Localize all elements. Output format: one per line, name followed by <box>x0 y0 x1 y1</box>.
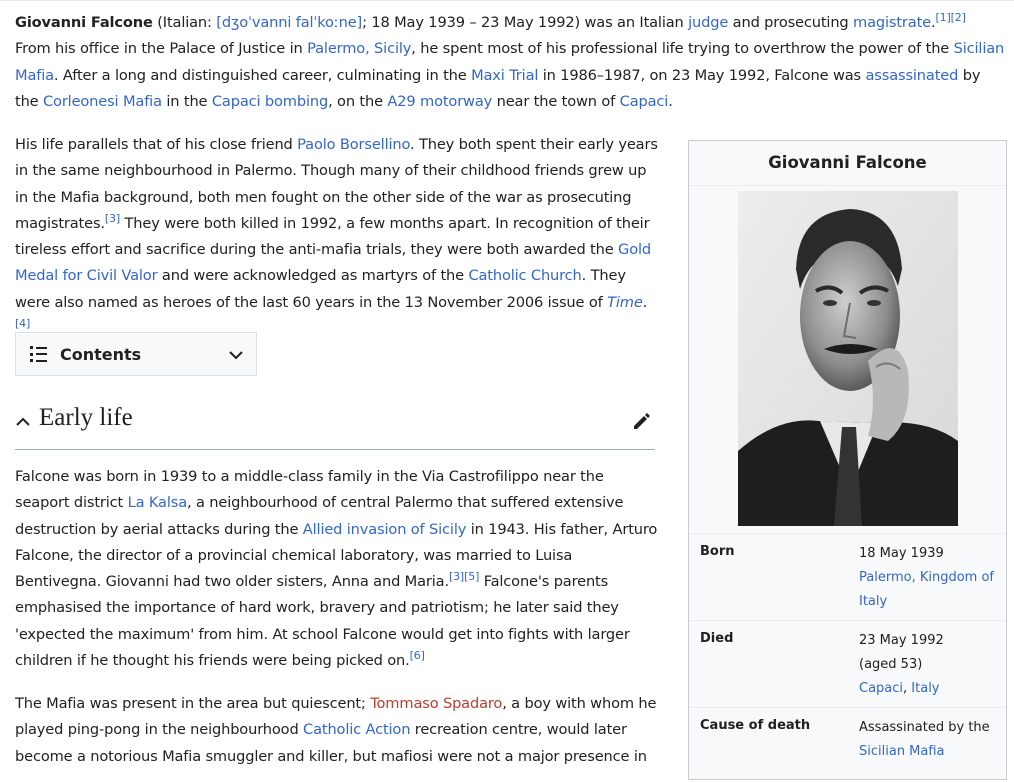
born-place-link[interactable]: Palermo, Kingdom of Italy <box>859 570 994 609</box>
died-label: Died <box>700 631 734 646</box>
corleonesi-link[interactable]: Corleonesi Mafia <box>43 93 162 110</box>
time-link[interactable]: Time <box>607 294 643 311</box>
infobox-row-cause: Cause of death Assassinated by the Sicil… <box>689 707 1006 782</box>
catholic-church-link[interactable]: Catholic Church <box>468 267 581 284</box>
contents-toggle[interactable]: Contents <box>15 332 257 376</box>
capaci-place-link[interactable]: Capaci <box>859 681 903 696</box>
spadaro-link[interactable]: Tommaso Spadaro <box>370 695 502 712</box>
la-kalsa-link[interactable]: La Kalsa <box>128 494 188 511</box>
section-heading: Early life <box>15 398 655 450</box>
palermo-sicily-link[interactable]: Palermo, Sicily <box>307 40 411 57</box>
contents-label: Contents <box>60 344 142 364</box>
born-value: 18 May 1939 Palermo, Kingdom of Italy <box>859 546 994 609</box>
born-label: Born <box>700 544 735 559</box>
friendship-paragraph: His life parallels that of his close fri… <box>15 136 658 331</box>
ipa-link[interactable]: [dʒoˈvanni falˈkoːne] <box>216 14 362 31</box>
allied-invasion-link[interactable]: Allied invasion of Sicily <box>303 521 467 538</box>
judge-link[interactable]: judge <box>688 14 728 31</box>
pencil-icon[interactable] <box>632 411 652 431</box>
subject-name: Giovanni Falcone <box>15 14 153 31</box>
infobox-row-born: Born 18 May 1939 Palermo, Kingdom of Ita… <box>689 533 1006 620</box>
infobox-title: Giovanni Falcone <box>689 141 1006 186</box>
portrait-image[interactable] <box>738 191 958 526</box>
chevron-down-icon <box>229 351 243 360</box>
mafia-paragraph: The Mafia was present in the area but qu… <box>15 695 657 765</box>
ref-1[interactable]: [1] <box>935 11 950 24</box>
capaci-link[interactable]: Capaci <box>620 93 669 110</box>
italy-link[interactable]: Italy <box>911 681 939 696</box>
borsellino-link[interactable]: Paolo Borsellino <box>297 136 410 153</box>
magistrate-link[interactable]: magistrate <box>853 14 931 31</box>
chevron-up-icon[interactable] <box>15 414 31 430</box>
intro-paragraph: Giovanni Falcone (Italian: [dʒoˈvanni fa… <box>15 11 1005 110</box>
ref-3b[interactable]: [3] <box>449 570 464 583</box>
top-divider <box>0 0 1014 1</box>
cause-label: Cause of death <box>700 718 811 733</box>
early-life-paragraph: Falcone was born in 1939 to a middle-cla… <box>15 468 658 670</box>
assassinated-link[interactable]: assassinated <box>866 67 959 84</box>
section-title: Early life <box>39 404 133 431</box>
ref-5[interactable]: [5] <box>464 570 479 583</box>
a29-link[interactable]: A29 motorway <box>387 93 492 110</box>
ref-4[interactable]: [4] <box>15 317 30 330</box>
cause-value: Assassinated by the Sicilian Mafia <box>859 720 990 759</box>
cause-mafia-link[interactable]: Sicilian Mafia <box>859 744 945 759</box>
infobox-row-died: Died 23 May 1992 (aged 53) Capaci, Italy <box>689 620 1006 707</box>
infobox: Giovanni Falcone Born 18 May 1939 Palerm… <box>688 140 1007 780</box>
maxi-trial-link[interactable]: Maxi Trial <box>471 67 538 84</box>
ref-2[interactable]: [2] <box>951 11 966 24</box>
catholic-action-link[interactable]: Catholic Action <box>303 721 410 738</box>
ref-6[interactable]: [6] <box>410 649 425 662</box>
list-icon <box>30 346 48 362</box>
ref-3[interactable]: [3] <box>105 212 120 225</box>
died-value: 23 May 1992 (aged 53) Capaci, Italy <box>859 633 944 696</box>
capaci-bombing-link[interactable]: Capaci bombing <box>212 93 328 110</box>
